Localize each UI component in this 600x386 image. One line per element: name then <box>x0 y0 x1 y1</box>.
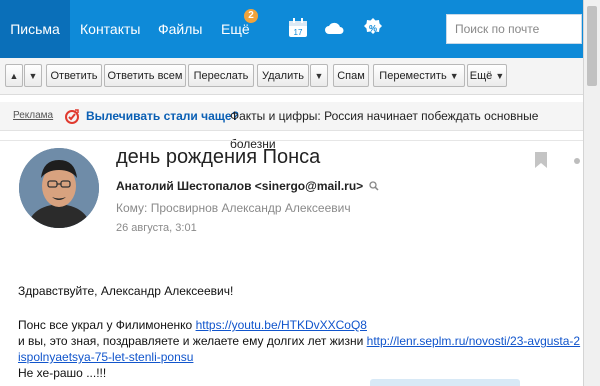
move-label: Переместить <box>379 70 447 82</box>
tab-mail[interactable]: Письма <box>0 0 70 58</box>
news-link[interactable]: http://lenr.seplm.ru/novosti/23-avgusta-… <box>367 334 580 348</box>
message-date: 26 августа, 3:01 <box>116 222 197 234</box>
more-label: Ещё <box>469 70 493 82</box>
calendar-day: 17 <box>294 28 303 37</box>
sender-avatar <box>19 148 99 228</box>
ad-headline-link[interactable]: Вылечивать стали чаще? <box>86 102 239 130</box>
message-toolbar: ▲ ▼ Ответить Ответить всем Переслать Уда… <box>0 58 583 95</box>
tab-more[interactable]: Ещё <box>221 0 250 58</box>
next-message-button[interactable]: ▼ <box>24 64 42 87</box>
scrollbar-thumb[interactable] <box>587 6 597 86</box>
chevron-down-icon: ▼ <box>495 71 505 81</box>
ad-banner[interactable]: Реклама Вылечивать стали чаще? Факты и ц… <box>0 102 583 151</box>
magnifier-icon[interactable] <box>369 181 379 191</box>
more-actions-button[interactable]: Ещё ▼ <box>467 64 507 87</box>
message-recipient: Кому: Просвирнов Александр Алексеевич <box>116 201 351 215</box>
calendar-icon[interactable]: 17 <box>287 17 309 39</box>
youtube-link[interactable]: https://youtu.be/HTKDvXXCoQ8 <box>196 318 367 332</box>
cloud-icon[interactable] <box>323 17 345 39</box>
discount-icon[interactable]: % <box>362 17 384 39</box>
vertical-scrollbar[interactable] <box>583 0 600 386</box>
delete-button[interactable]: Удалить <box>257 64 309 87</box>
news-link-continued[interactable]: ispolnyaetsya-75-let-stenli-ponsu <box>18 350 193 364</box>
unread-indicator[interactable] <box>574 158 580 164</box>
delete-options-button[interactable]: ▼ <box>310 64 328 87</box>
move-button[interactable]: Переместить ▼ <box>373 64 465 87</box>
divider <box>0 140 583 141</box>
reply-all-button[interactable]: Ответить всем <box>104 64 186 87</box>
previous-message-button[interactable]: ▲ <box>5 64 23 87</box>
reply-button[interactable]: Ответить <box>46 64 102 87</box>
tab-files[interactable]: Файлы <box>158 0 202 58</box>
message-subject: день рождения Понса <box>116 146 321 168</box>
search-input[interactable] <box>446 14 582 44</box>
more-count-badge: 2 <box>244 9 258 23</box>
top-navigation: Письма Контакты Файлы Ещё 2 17 % <box>0 0 600 58</box>
body-line-4: Не хе-рашо ...!!! <box>18 366 107 380</box>
svg-text:%: % <box>369 24 377 34</box>
health-logo-icon <box>65 109 79 124</box>
avatar-photo <box>19 148 99 228</box>
body-line-2: и вы, это зная, поздравляете и желаете е… <box>18 334 580 348</box>
body-line-2-text: и вы, это зная, поздравляете и желаете е… <box>18 334 367 348</box>
body-line-1: Понс все украл у Филимоненко https://you… <box>18 318 367 332</box>
chevron-down-icon: ▼ <box>449 71 459 81</box>
body-line-3: ispolnyaetsya-75-let-stenli-ponsu <box>18 350 193 364</box>
message-sender[interactable]: Анатолий Шестопалов <sinergo@mail.ru> <box>116 179 363 193</box>
quick-reply-bar[interactable] <box>370 379 520 386</box>
ad-label: Реклама <box>13 110 54 121</box>
spam-button[interactable]: Спам <box>333 64 369 87</box>
bookmark-icon[interactable] <box>535 152 547 168</box>
body-greeting: Здравствуйте, Александр Алексеевич! <box>18 284 234 298</box>
forward-button[interactable]: Переслать <box>188 64 254 87</box>
tab-contacts[interactable]: Контакты <box>80 0 140 58</box>
body-line-1-text: Понс все украл у Филимоненко <box>18 318 196 332</box>
